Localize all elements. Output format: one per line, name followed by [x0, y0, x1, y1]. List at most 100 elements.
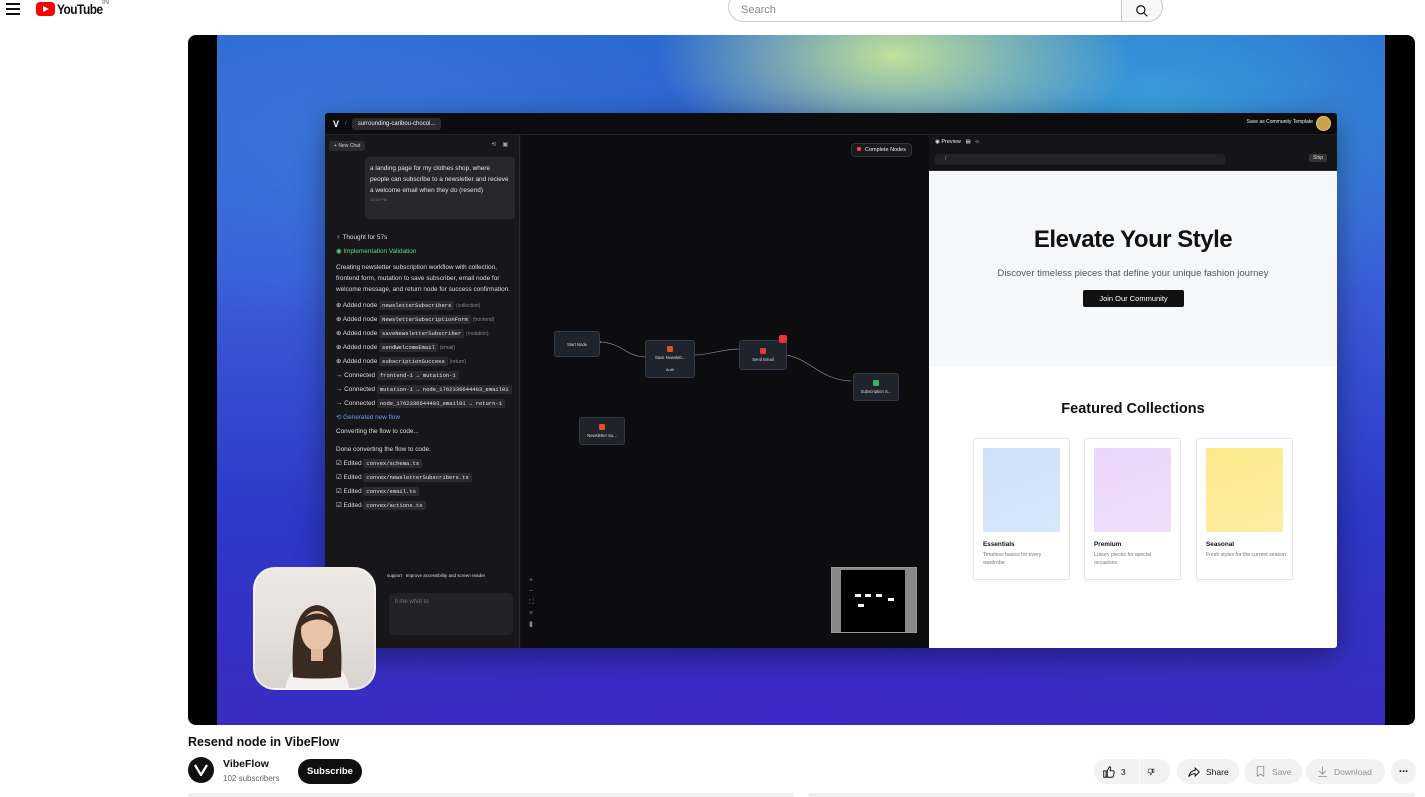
canvas-zoom-controls: + − ⛶ × ▮: [529, 577, 534, 628]
save-newsletter-node: Save Newslett... Auth: [645, 340, 695, 378]
site-preview: Elevate Your Style Discover timeless pie…: [929, 171, 1337, 648]
channel-name[interactable]: VibeFlow: [223, 758, 269, 770]
generated-flow-row: ⟲ Generated new flow: [336, 414, 400, 421]
log-row: ⊕ Added node subscriptionSuccess (return…: [336, 357, 466, 366]
download-button[interactable]: Download: [1306, 759, 1385, 784]
video-frame: V / surrounding-caribou-chocol... Save a…: [217, 35, 1385, 725]
done-row: Done converting the flow to code.: [336, 446, 431, 453]
log-row: → Connected mutation-1 → node_1762336644…: [336, 383, 518, 397]
minimap-node: [855, 594, 861, 597]
vibeflow-app-screen: V / surrounding-caribou-chocol... Save a…: [325, 113, 1337, 648]
card-name: Seasonal: [1206, 541, 1235, 548]
converting-row: Converting the flow to code...: [336, 428, 419, 435]
search-bar: [728, 0, 1163, 22]
comments-box-edge: [808, 793, 1415, 797]
log-row: ⊕ Added node sendWelcomeEmail (email): [336, 343, 455, 352]
card-image: [1094, 448, 1171, 532]
presenter-webcam: [253, 567, 376, 690]
collection-card: Seasonal Fresh styles for the current sea…: [1196, 438, 1293, 580]
download-icon: [1318, 766, 1327, 777]
email-badge-icon: [779, 335, 787, 343]
youtube-play-icon: [36, 2, 55, 16]
vibeflow-logo-icon: [194, 764, 208, 776]
preview-url: /: [935, 154, 1225, 165]
log-row: ⊕ Added node NewsletterSubscriptionForm …: [336, 315, 495, 324]
presenter-figure: [285, 605, 350, 688]
ship-button: Ship: [1308, 154, 1327, 162]
minimap-node: [865, 594, 871, 597]
card-description: Luxury pieces for special occasions: [1094, 552, 1152, 566]
minimap-node: [858, 604, 864, 607]
summary-text: Creating newsletter subscription workflo…: [336, 264, 511, 293]
log-row: ⊕ Added node saveNewsletterSubscriber (m…: [336, 329, 489, 338]
chat-toolbar-icons: ⟲▣: [491, 142, 514, 148]
search-icon: [1136, 5, 1148, 17]
preview-panel: ◉ Preview ▤ ‹› / Ship Elevate Your Style…: [929, 135, 1337, 648]
more-actions-button[interactable]: ...: [1391, 759, 1416, 784]
start-node: Start Node: [554, 331, 600, 357]
agent-log: ♀ Thought for 57s ◉ Implementation Valid…: [336, 231, 518, 513]
prompt-text: a landing page for my clothes shop, wher…: [370, 165, 509, 194]
join-community-button: Join Our Community: [1083, 290, 1184, 307]
card-description: Fresh styles for the current season: [1206, 552, 1286, 558]
logo-text: YouTube: [57, 1, 103, 17]
project-name: surrounding-caribou-chocol...: [351, 117, 442, 130]
channel-avatar[interactable]: [188, 757, 214, 783]
search-input[interactable]: [728, 0, 1122, 22]
newsletter-form-node: Newsletter Su...: [579, 417, 625, 445]
edited-file-row: ☑ Edited convex/email.ts: [336, 485, 518, 499]
card-description: Timeless basics for every wardrobe: [983, 552, 1042, 566]
card-image: [1206, 448, 1283, 532]
user-avatar: [1316, 116, 1331, 131]
prompt-bubble: a landing page for my clothes shop, wher…: [365, 157, 515, 219]
vibeflow-logo: V: [333, 118, 340, 129]
dislike-button[interactable]: [1140, 759, 1170, 784]
flow-canvas: Complete Nodes Start Node Save Newslett.…: [521, 135, 929, 648]
thumbs-down-icon: [1147, 768, 1155, 775]
send-email-node: Send Email: [739, 340, 787, 370]
validation-row: ◉ Implementation Validation: [336, 248, 417, 255]
hero-title: Elevate Your Style: [1033, 226, 1233, 253]
share-icon: [1188, 766, 1200, 777]
subscription-success-node: Subscription S...: [853, 373, 899, 401]
collection-card: Premium Luxury pieces for special occasio…: [1084, 438, 1181, 580]
log-row: → Connected node_1762336644403_email01 →…: [336, 397, 518, 411]
like-count: 3: [1121, 766, 1126, 777]
card-name: Premium: [1094, 541, 1122, 548]
share-button[interactable]: Share: [1177, 759, 1239, 784]
preview-toolbar: ◉ Preview ▤ ‹› / Ship: [929, 135, 1337, 171]
hero-subtitle: Discover timeless pieces that define you…: [997, 268, 1269, 279]
edited-file-row: ☑ Edited convex/actions.ts: [336, 499, 518, 513]
description-box-edge: [188, 793, 794, 797]
masthead: YouTube IN: [0, 0, 1425, 22]
youtube-logo[interactable]: YouTube: [36, 1, 111, 17]
subscribe-button[interactable]: Subscribe: [298, 759, 362, 784]
video-player[interactable]: V / surrounding-caribou-chocol... Save a…: [188, 35, 1415, 725]
chat-input: ll me what to: [389, 593, 513, 635]
new-chat-button: + New Chat: [329, 141, 366, 151]
suggestions: support Improve accessibility and screen…: [387, 573, 486, 578]
prompt-time: 03:58 PM: [370, 197, 388, 202]
collection-card: Essentials Timeless basics for every ward…: [973, 438, 1070, 580]
search-button[interactable]: [1122, 0, 1163, 22]
minimap-node: [888, 598, 894, 601]
bookmark-icon: [1256, 766, 1265, 778]
video-title: Resend node in VibeFlow: [188, 735, 340, 749]
edited-file-row: ☑ Edited convex/newsletterSubscribers.ts: [336, 471, 518, 485]
thumbs-up-icon: [1103, 765, 1115, 778]
preview-tab: ◉ Preview ▤ ‹›: [935, 139, 979, 145]
edited-file-row: ☑ Edited convex/schema.ts: [336, 457, 518, 471]
minimap-node: [876, 594, 882, 597]
hamburger-menu-icon[interactable]: [6, 3, 20, 15]
thought-row: ♀ Thought for 57s: [336, 234, 388, 241]
like-button[interactable]: 3: [1094, 759, 1139, 784]
subscriber-count: 102 subscribers: [223, 774, 280, 783]
country-code: IN: [102, 0, 109, 6]
app-topbar: V / surrounding-caribou-chocol... Save a…: [325, 113, 1337, 135]
save-button[interactable]: Save: [1244, 759, 1302, 784]
log-row: ⊕ Added node newsletterSubscribers (coll…: [336, 301, 481, 310]
save-template-button: Save as Community Template: [1246, 119, 1313, 125]
card-name: Essentials: [983, 541, 1015, 548]
featured-title: Featured Collections: [1061, 401, 1205, 417]
canvas-minimap: [831, 567, 917, 633]
